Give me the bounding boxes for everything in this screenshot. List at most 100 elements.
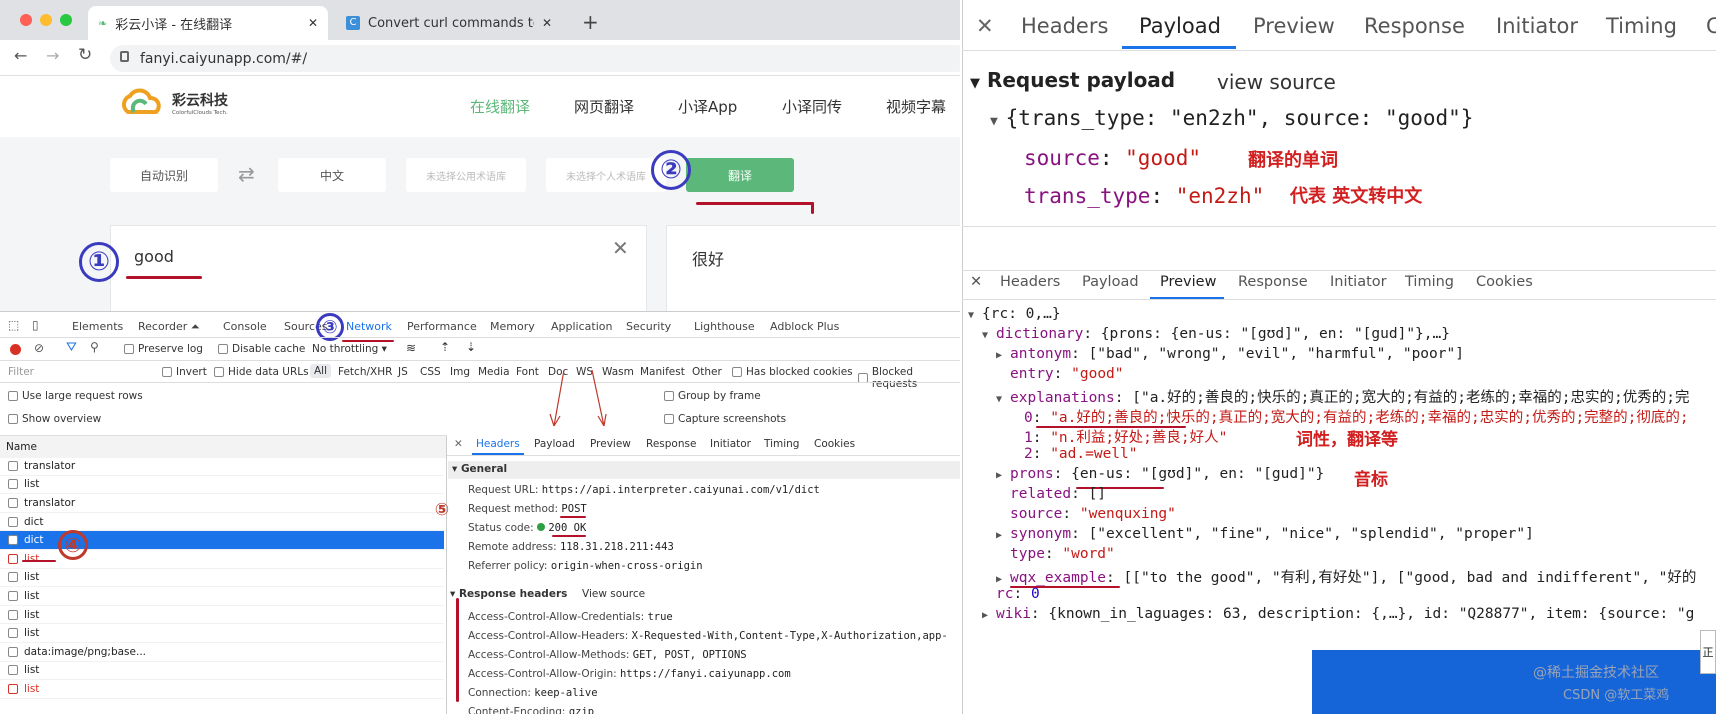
blocked-cookies-checkbox[interactable]: Has blocked cookies [732, 366, 853, 378]
json-wiki-row[interactable]: ▶ wiki: {known_in_laguages: 63, descripti… [982, 606, 1694, 622]
payload-tab-headers[interactable]: Headers [1021, 14, 1108, 38]
type-filter-all[interactable]: All [310, 364, 332, 378]
json-root-row[interactable]: ▼ {rc: 0,…} [968, 306, 1061, 322]
device-toggle-icon[interactable]: ▯ [32, 318, 39, 332]
request-row[interactable]: list [0, 476, 444, 495]
back-arrow-icon[interactable]: ← [14, 46, 27, 65]
personal-term-select[interactable]: 未选择个人术语库 [546, 158, 666, 192]
request-row[interactable]: list [0, 569, 444, 588]
blocked-requests-checkbox[interactable]: Blocked requests [858, 366, 960, 390]
detail-close-icon[interactable]: ✕ [454, 438, 463, 450]
preview-tab-headers[interactable]: Headers [1000, 274, 1060, 290]
type-filter-css[interactable]: CSS [420, 366, 441, 378]
detail-tab-timing[interactable]: Timing [764, 438, 799, 450]
json-dictionary-row[interactable]: ▼ dictionary: {prons: {en-us: "[gʊd]", en… [982, 326, 1450, 342]
filter-icon[interactable]: ⛛ [66, 340, 77, 355]
json-prons-row[interactable]: ▶ prons: {en-us: "[gʊd]", en: "[gud]"} [996, 466, 1324, 482]
devtools-tab-recorder[interactable]: Recorder ⏶ [138, 320, 200, 334]
general-section-header[interactable]: ▾ General [448, 461, 960, 479]
invert-checkbox[interactable]: Invert [162, 366, 207, 378]
preview-tab-timing[interactable]: Timing [1405, 274, 1454, 290]
preview-tab-response[interactable]: Response [1238, 274, 1308, 290]
preview-tab-cookies[interactable]: Cookies [1476, 274, 1533, 290]
type-filter-font[interactable]: Font [516, 366, 539, 378]
type-filter-other[interactable]: Other [692, 366, 722, 378]
tab-close-icon[interactable]: ✕ [308, 16, 318, 30]
nav-simultaneous[interactable]: 小译同传 [782, 96, 842, 117]
detail-tab-initiator[interactable]: Initiator [710, 438, 751, 450]
devtools-tab-lighthouse[interactable]: Lighthouse [694, 320, 755, 333]
preview-tab-preview[interactable]: Preview [1160, 274, 1216, 290]
swap-languages-icon[interactable]: ⇄ [238, 162, 255, 186]
devtools-tab-security[interactable]: Security [626, 320, 671, 333]
devtools-tab-network[interactable]: Network [346, 320, 392, 333]
detail-tab-preview[interactable]: Preview [590, 438, 631, 450]
devtools-tab-console[interactable]: Console [223, 320, 267, 333]
upload-icon[interactable]: ⇡ [440, 340, 450, 354]
preview-tab-payload[interactable]: Payload [1082, 274, 1139, 290]
request-row[interactable]: list [0, 624, 444, 643]
side-widget[interactable]: 正 [1700, 630, 1716, 674]
detail-tab-headers[interactable]: Headers [476, 438, 520, 450]
devtools-tab-application[interactable]: Application [551, 320, 612, 333]
request-row[interactable]: data:image/png;base... [0, 643, 444, 662]
browser-tab[interactable]: C Convert curl commands to cod ✕ [336, 6, 562, 40]
disable-cache-checkbox[interactable]: Disable cache [218, 343, 305, 355]
source-language-select[interactable]: 自动识别 [110, 158, 218, 192]
json-wqx-row[interactable]: ▶ wqx_example: [["to the good", "有利,有好处"]… [996, 566, 1696, 587]
payload-close-icon[interactable]: ✕ [976, 14, 994, 38]
translate-button[interactable]: 翻译 [686, 158, 794, 192]
request-row[interactable]: translator [0, 457, 444, 476]
json-synonym-row[interactable]: ▶ synonym: ["excellent", "fine", "nice", … [996, 526, 1534, 542]
preview-tab-initiator[interactable]: Initiator [1330, 274, 1387, 290]
nav-web-translate[interactable]: 网页翻译 [574, 96, 634, 117]
detail-tab-payload[interactable]: Payload [534, 438, 575, 450]
browser-tab-active[interactable]: ❧ 彩云小译 - 在线翻译 ✕ [88, 6, 328, 40]
request-row[interactable]: list [0, 606, 444, 625]
close-window-icon[interactable] [20, 14, 32, 26]
json-antonym-row[interactable]: ▶ antonym: ["bad", "wrong", "evil", "harm… [996, 346, 1464, 362]
record-icon[interactable] [10, 344, 21, 355]
large-rows-checkbox[interactable]: Use large request rows [8, 390, 143, 402]
type-filter-media[interactable]: Media [478, 366, 510, 378]
capture-screenshots-checkbox[interactable]: Capture screenshots [664, 413, 786, 425]
devtools-tab-elements[interactable]: Elements [72, 320, 123, 333]
tab-close-icon[interactable]: ✕ [542, 16, 552, 30]
download-icon[interactable]: ⇣ [466, 340, 476, 354]
type-filter-fetch[interactable]: Fetch/XHR [338, 366, 392, 378]
url-input[interactable]: fanyi.caiyunapp.com/#/ [110, 45, 960, 72]
view-source-link[interactable]: View source [582, 588, 645, 600]
group-by-frame-checkbox[interactable]: Group by frame [664, 390, 761, 402]
nav-video-subtitle[interactable]: 视频字幕 [886, 96, 946, 117]
target-language-select[interactable]: 中文 [278, 158, 386, 192]
forward-arrow-icon[interactable]: → [46, 46, 59, 65]
filter-input[interactable]: Filter [8, 366, 34, 378]
devtools-tab-memory[interactable]: Memory [490, 320, 535, 333]
name-column-header[interactable]: Name [0, 436, 446, 458]
payload-tab-initiator[interactable]: Initiator [1496, 14, 1578, 38]
show-overview-checkbox[interactable]: Show overview [8, 413, 101, 425]
inspect-icon[interactable]: ⬚ [8, 318, 19, 332]
source-text-panel[interactable] [110, 225, 647, 315]
request-row[interactable]: dict [0, 513, 444, 532]
detail-tab-cookies[interactable]: Cookies [814, 438, 855, 450]
payload-object-line[interactable]: ▼ {trans_type: "en2zh", source: "good"} [990, 106, 1473, 130]
reload-icon[interactable]: ↻ [78, 45, 92, 65]
devtools-tab-performance[interactable]: Performance [407, 320, 477, 333]
request-row[interactable]: list [0, 680, 444, 699]
wifi-icon[interactable]: ≋ [406, 341, 416, 355]
type-filter-js[interactable]: JS [398, 366, 408, 378]
preserve-log-checkbox[interactable]: Preserve log [124, 343, 203, 355]
payload-tab-cookies[interactable]: C [1706, 14, 1716, 38]
preview-close-icon[interactable]: ✕ [970, 274, 982, 290]
nav-online-translate[interactable]: 在线翻译 [470, 96, 530, 117]
payload-tab-response[interactable]: Response [1364, 14, 1465, 38]
type-filter-manifest[interactable]: Manifest [640, 366, 685, 378]
clear-input-icon[interactable]: ✕ [612, 236, 629, 260]
public-term-select[interactable]: 未选择公用术语库 [406, 158, 526, 192]
payload-view-source-link[interactable]: view source [1217, 70, 1336, 94]
clear-icon[interactable]: ⊘ [34, 341, 44, 355]
json-explanations-row[interactable]: ▼ explanations: ["a.好的;善良的;快乐的;真正的;宽大的;有益… [996, 386, 1689, 407]
request-payload-header[interactable]: ▼ Request payload [970, 68, 1175, 92]
devtools-tab-adblock[interactable]: Adblock Plus [770, 320, 839, 333]
